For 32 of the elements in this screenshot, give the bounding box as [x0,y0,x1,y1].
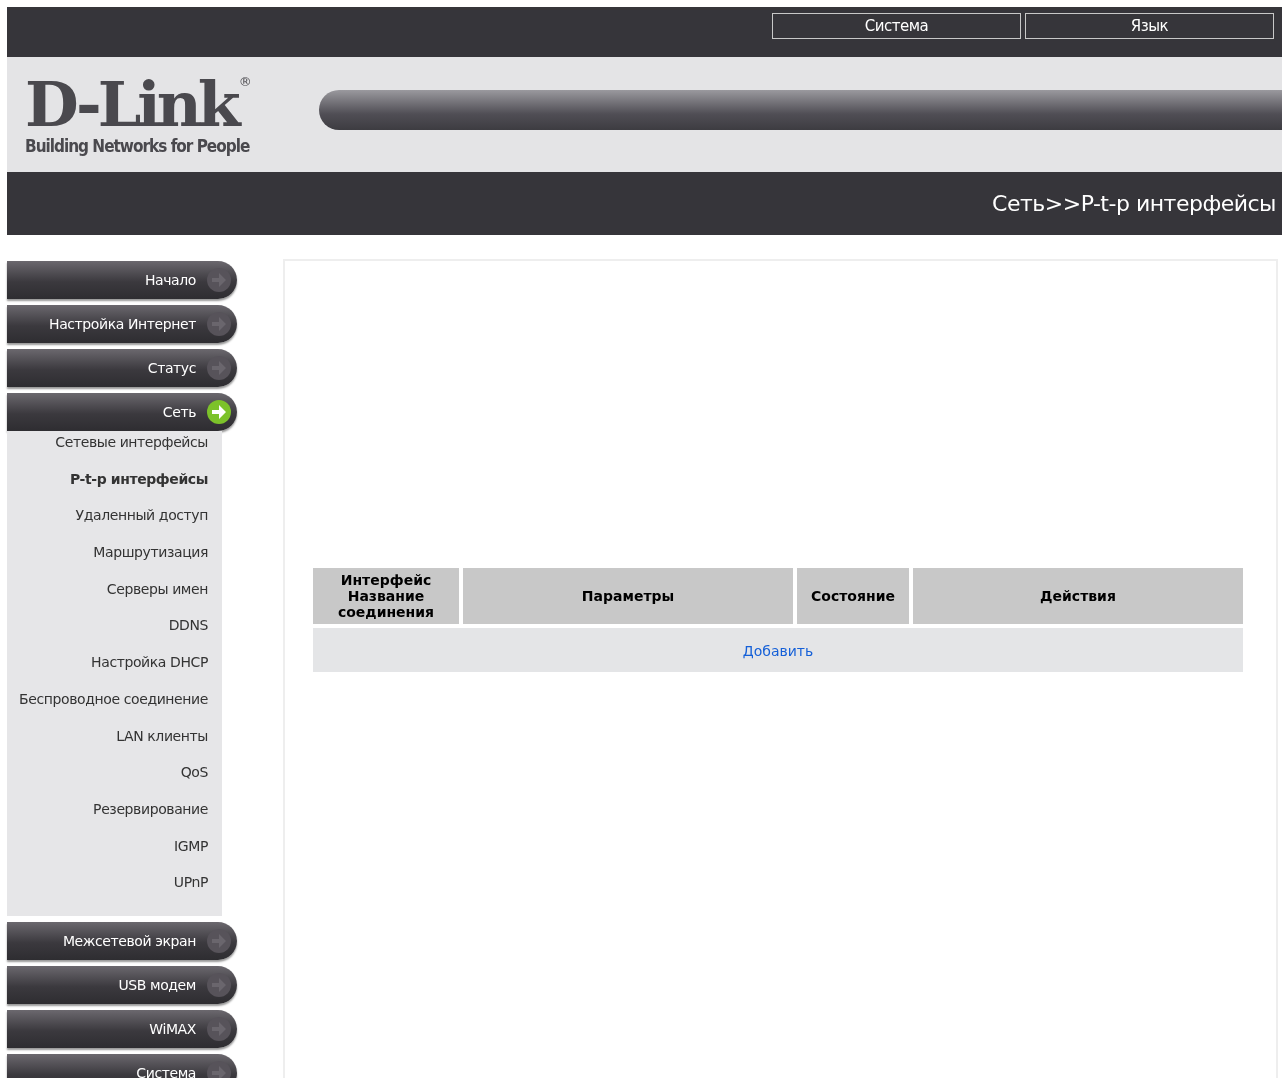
nav-button[interactable]: Статус [7,349,237,387]
nav-button[interactable]: Сеть [7,393,237,431]
submenu-item[interactable]: Резервирование [93,797,208,835]
nav-button[interactable]: Настройка Интернет [7,305,237,343]
registered-mark: ® [238,73,252,89]
submenu-item[interactable]: DDNS [168,614,208,652]
submenu-item[interactable]: Настройка DHCP [91,651,208,688]
nav-button[interactable]: Межсетевой экран [7,921,237,960]
add-link[interactable]: Добавить [742,642,814,659]
page-title: Сеть>>P-t-p интерфейсы [992,191,1276,216]
submenu-item[interactable]: Удаленный доступ [75,504,208,542]
nav-button[interactable]: USB модем [7,965,237,1004]
top-menu-button[interactable]: Язык [1025,13,1274,39]
nav-button[interactable]: Система [7,1053,237,1078]
submenu-item[interactable]: IGMP [174,834,208,872]
nav-button[interactable]: Начало [7,261,237,299]
column-header: Интерфейс Название соединения [313,568,459,624]
submenu-item[interactable]: P-t-p интерфейсы [69,467,208,505]
logo-tagline: Building Networks for People [25,135,251,156]
submenu-item[interactable]: Беспроводное соединение [19,687,208,725]
submenu-item[interactable]: Сетевые интерфейсы [55,431,208,468]
top-menu-button[interactable]: Система [772,13,1021,39]
column-header: Параметры [463,568,793,624]
submenu-item[interactable]: Маршрутизация [93,541,208,578]
column-header: Действия [913,568,1243,624]
nav-button[interactable]: WiMAX [7,1009,237,1048]
submenu-item[interactable]: LAN клиенты [116,724,208,762]
submenu-item[interactable]: Серверы имен [106,577,208,615]
submenu-item[interactable]: UPnP [173,871,208,908]
logo-wordmark: D-Link [25,73,237,136]
submenu-item[interactable]: QoS [180,761,208,798]
column-header: Состояние [797,568,909,624]
